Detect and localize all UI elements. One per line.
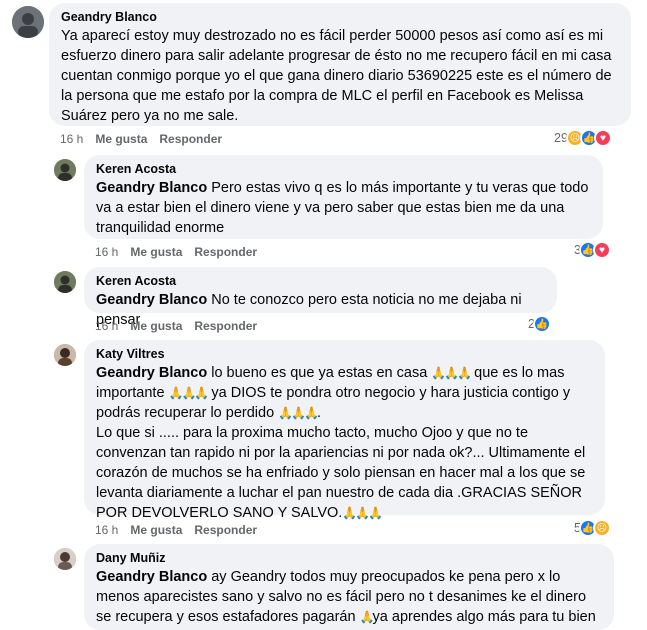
reaction-summary[interactable]: 3 👍 ♥: [574, 241, 611, 259]
comment-bubble: Keren Acosta Geandry Blanco Pero estas v…: [84, 155, 603, 239]
comment-bubble: Keren Acosta Geandry Blanco No te conozc…: [84, 267, 557, 328]
reaction-summary[interactable]: 2 👍: [528, 315, 551, 333]
like-button[interactable]: Me gusta: [130, 318, 182, 334]
avatar-photo: [12, 6, 44, 38]
comment-text: Geandry Blanco lo bueno es que ya estas …: [96, 365, 586, 521]
mention-link[interactable]: Geandry Blanco: [96, 569, 207, 585]
comment-author[interactable]: Keren Acosta: [96, 161, 591, 177]
comment-bubble: Geandry Blanco Ya aparecí estoy muy dest…: [49, 3, 631, 126]
sad-icon: ☹: [592, 519, 611, 537]
reply-button[interactable]: Responder: [194, 318, 257, 334]
pray-emoji: 🙏🙏🙏: [431, 366, 472, 380]
pray-emoji: 🙏🙏🙏: [168, 386, 210, 400]
avatar-photo: [54, 344, 76, 366]
avatar[interactable]: [54, 271, 76, 293]
reaction-summary[interactable]: 29 ☹ 👍 ♥: [554, 129, 612, 147]
comment-bubble: Katy Viltres Geandry Blanco lo bueno es …: [84, 340, 605, 521]
comment-author[interactable]: Katy Viltres: [96, 346, 593, 362]
comment-author[interactable]: Keren Acosta: [96, 273, 545, 289]
comment-actions: 16 h Me gusta Responder: [95, 318, 269, 334]
reply-button[interactable]: Responder: [194, 522, 257, 538]
love-icon: ♥: [593, 129, 612, 147]
reply-button[interactable]: Responder: [194, 244, 257, 260]
mention-link[interactable]: Geandry Blanco: [96, 292, 207, 308]
pray-emoji: 🙏🙏🙏: [342, 506, 383, 520]
comment-time[interactable]: 16 h: [60, 131, 83, 147]
avatar[interactable]: [54, 159, 76, 181]
comment-text: Ya aparecí estoy muy destrozado no es fá…: [61, 28, 612, 124]
avatar-photo: [54, 271, 76, 293]
avatar[interactable]: [12, 6, 44, 38]
mention-link[interactable]: Geandry Blanco: [96, 180, 207, 196]
like-button[interactable]: Me gusta: [95, 131, 147, 147]
like-button[interactable]: Me gusta: [130, 522, 182, 538]
comment-text: Geandry Blanco Pero estas vivo q es lo m…: [96, 180, 589, 236]
avatar-photo: [54, 159, 76, 181]
comment-actions: 16 h Me gusta Responder: [95, 522, 269, 538]
reaction-summary[interactable]: 5 👍 ☹: [574, 519, 611, 537]
comment-time[interactable]: 16 h: [95, 522, 118, 538]
avatar-photo: [54, 548, 76, 570]
comment-actions: 16 h Me gusta Responder: [95, 244, 269, 260]
love-icon: ♥: [592, 241, 611, 259]
comment-bubble: Dany Muñiz Geandry Blanco ay Geandry tod…: [84, 544, 614, 630]
comment-author[interactable]: Geandry Blanco: [61, 9, 619, 25]
avatar[interactable]: [54, 548, 76, 570]
comment-time[interactable]: 16 h: [95, 244, 118, 260]
comment-text: Geandry Blanco ay Geandry todos muy preo…: [96, 569, 596, 625]
like-button[interactable]: Me gusta: [130, 244, 182, 260]
reply-button[interactable]: Responder: [159, 131, 222, 147]
comment-author[interactable]: Dany Muñiz: [96, 550, 602, 566]
comment-time[interactable]: 16 h: [95, 318, 118, 334]
mention-link[interactable]: Geandry Blanco: [96, 365, 207, 381]
comment-actions: 16 h Me gusta Responder: [60, 131, 234, 147]
avatar[interactable]: [54, 344, 76, 366]
pray-emoji: 🙏🙏🙏: [278, 406, 319, 420]
like-icon: 👍: [532, 315, 551, 333]
